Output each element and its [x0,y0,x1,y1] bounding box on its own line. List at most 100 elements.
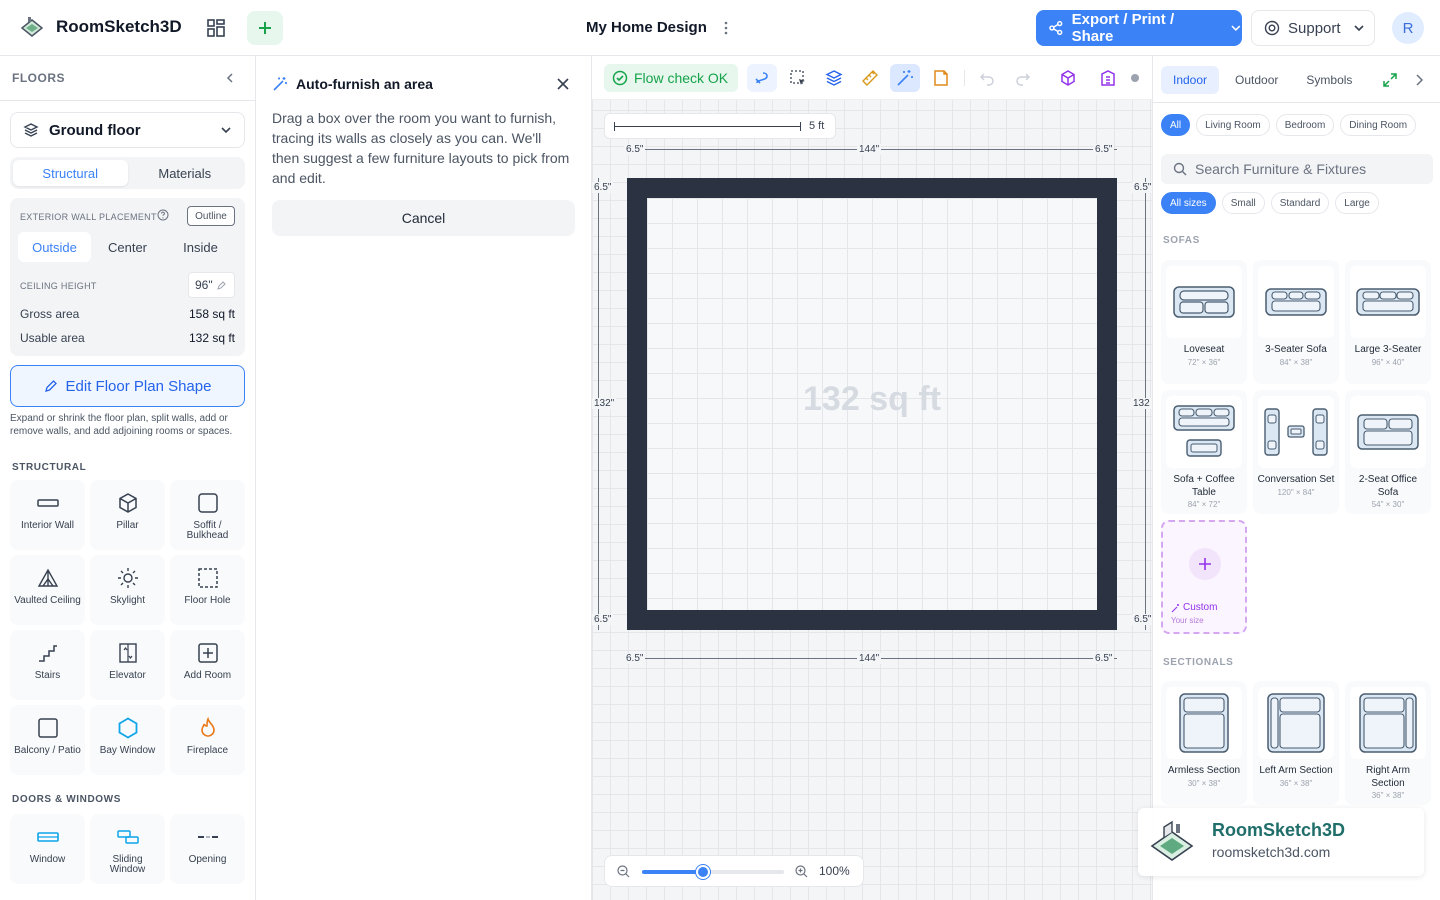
placement-outside[interactable]: Outside [18,232,91,262]
search-placeholder: Search Furniture & Fixtures [1195,161,1367,177]
furniture-item[interactable]: Right Arm Section 36" × 38" [1345,681,1431,805]
user-avatar[interactable]: R [1392,12,1424,44]
filter-living-room[interactable]: Living Room [1196,114,1270,136]
office-sofa-icon [1350,396,1426,468]
grid-icon [207,19,225,37]
tool-skylight[interactable]: Skylight [90,555,165,625]
expand-icon[interactable] [1382,72,1398,88]
tab-outdoor[interactable]: Outdoor [1223,66,1290,94]
tool-fireplace[interactable]: Fireplace [170,705,245,775]
tool-floor-hole[interactable]: Floor Hole [170,555,245,625]
collapse-panel-button[interactable] [222,70,238,86]
help-icon[interactable] [157,209,169,221]
tool-pillar[interactable]: Pillar [90,480,165,550]
floor-plan-canvas[interactable]: Flow check OK 5 ft 6.5" 144" 6.5" 6.5" 1… [592,56,1152,900]
floor-selector[interactable]: Ground floor [10,112,245,148]
brand-watermark: RoomSketch3D roomsketch3d.com [1138,808,1424,876]
select-area-button[interactable] [783,64,813,92]
furniture-search-input[interactable]: Search Furniture & Fixtures [1161,154,1433,184]
top-bar: RoomSketch3D My Home Design Export / Pri… [0,0,1440,56]
dimension-label: 144" [857,653,882,664]
tool-opening[interactable]: Opening [170,814,245,884]
filter-all[interactable]: All [1161,114,1191,136]
3d-view-button[interactable] [1053,64,1083,92]
edit-floor-plan-shape-button[interactable]: Edit Floor Plan Shape [10,365,245,407]
zoom-slider[interactable] [642,865,784,879]
tool-elevator[interactable]: Elevator [90,630,165,700]
furniture-item[interactable]: Armless Section 30" × 38" [1161,681,1247,805]
filter-bedroom[interactable]: Bedroom [1275,114,1335,136]
room-walls[interactable]: 132 sq ft [627,178,1117,630]
sliding-window-icon [114,823,142,851]
filter-dining-room[interactable]: Dining Room [1340,114,1417,136]
gross-area-value: 158 sq ft [188,307,235,321]
app-logo-icon[interactable] [18,14,46,42]
size-all[interactable]: All sizes [1161,192,1216,214]
tab-symbols[interactable]: Symbols [1294,66,1364,94]
tool-window[interactable]: Window [10,814,85,884]
size-standard[interactable]: Standard [1270,192,1330,214]
export-button[interactable]: Export / Print / Share [1036,10,1242,46]
ceiling-height-input[interactable]: 96" [188,272,235,298]
zoom-in-icon[interactable] [795,865,808,878]
tool-interior-wall[interactable]: Interior Wall [10,480,85,550]
canvas-toolbar: Flow check OK [592,56,1152,100]
item-size: 96" × 40" [1371,357,1405,367]
flow-check-badge[interactable]: Flow check OK [604,64,738,92]
placement-center[interactable]: Center [91,232,164,262]
item-size: 30" × 38" [1187,778,1221,788]
close-icon[interactable] [555,76,571,92]
dimension-label: 6.5" [592,614,614,625]
dashboard-button[interactable] [200,12,232,44]
tab-indoor[interactable]: Indoor [1161,66,1220,94]
tool-stairs[interactable]: Stairs [10,630,85,700]
placement-inside[interactable]: Inside [164,232,237,262]
zoom-out-icon[interactable] [617,865,630,878]
tool-label: Elevator [109,670,146,681]
tool-bay-window[interactable]: Bay Window [90,705,165,775]
custom-size-item[interactable]: Custom Your size [1161,520,1247,634]
dimension-label: 132" [592,398,617,409]
tool-soffit[interactable]: Soffit / Bulkhead [170,480,245,550]
document-title[interactable]: My Home Design [586,19,707,36]
toolbar-divider [964,70,965,86]
redo-button[interactable] [1008,64,1038,92]
export-label: Export / Print / Share [1071,11,1175,45]
new-design-button[interactable] [247,11,283,45]
item-size: 120" × 84" [1277,487,1315,497]
undo-button[interactable] [972,64,1002,92]
tab-materials[interactable]: Materials [128,160,243,186]
furniture-item[interactable]: Conversation Set 120" × 84" [1253,390,1339,514]
flow-tool-button[interactable] [747,64,777,92]
chevron-right-icon[interactable] [1411,72,1427,88]
size-small[interactable]: Small [1221,192,1265,214]
tool-add-room[interactable]: Add Room [170,630,245,700]
room-floor[interactable]: 132 sq ft [647,198,1097,610]
door-window-tools: Window Sliding Window Opening [10,814,245,884]
zoom-slider-handle[interactable] [695,865,710,879]
furniture-item[interactable]: Large 3-Seater 96" × 40" [1345,260,1431,384]
notes-button[interactable] [926,64,956,92]
tool-vaulted-ceiling[interactable]: Vaulted Ceiling [10,555,85,625]
document-menu-button[interactable] [718,18,734,38]
pillar-icon [114,489,142,517]
item-name: Conversation Set [1257,474,1335,485]
furniture-item[interactable]: Loveseat 72" × 36" [1161,260,1247,384]
support-button[interactable]: Support [1251,10,1375,46]
furniture-item[interactable]: 2-Seat Office Sofa 54" × 30" [1345,390,1431,514]
furniture-item[interactable]: 3-Seater Sofa 84" × 38" [1253,260,1339,384]
vaulted-ceiling-icon [34,564,62,592]
tab-structural[interactable]: Structural [13,160,128,186]
cancel-button[interactable]: Cancel [272,200,575,236]
size-large[interactable]: Large [1335,192,1379,214]
divider [0,100,255,101]
auto-furnish-button[interactable] [890,64,920,92]
tool-sliding-window[interactable]: Sliding Window [90,814,165,884]
layers-button[interactable] [819,64,849,92]
measure-button[interactable] [855,64,885,92]
tool-balcony[interactable]: Balcony / Patio [10,705,85,775]
furniture-item[interactable]: Left Arm Section 36" × 38" [1253,681,1339,805]
building-view-button[interactable] [1093,64,1123,92]
outline-toggle[interactable]: Outline [187,206,235,226]
furniture-item[interactable]: Sofa + Coffee Table 84" × 72" [1161,390,1247,514]
